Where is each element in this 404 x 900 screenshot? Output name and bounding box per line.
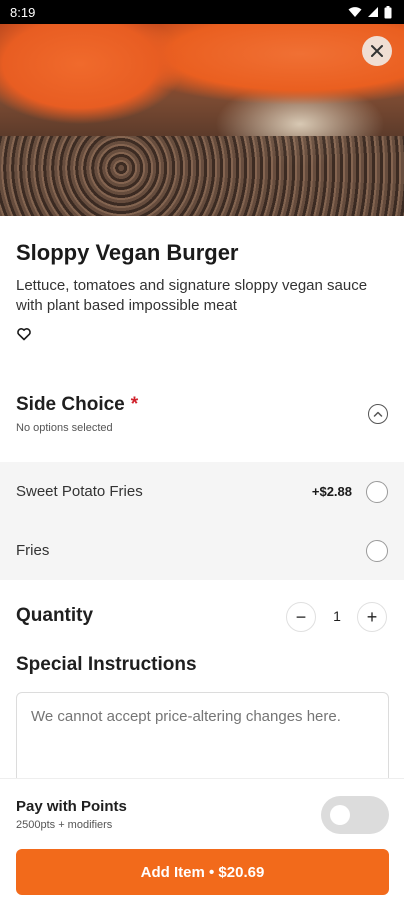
status-icons: [348, 5, 392, 19]
side-choice-subtext: No options selected: [16, 422, 113, 434]
special-instructions-label: Special Instructions: [16, 654, 197, 675]
item-photo: [0, 24, 404, 216]
checkout-footer: Pay with Points 2500pts + modifiers Add …: [0, 778, 404, 900]
quantity-label: Quantity: [16, 605, 94, 626]
collapse-button[interactable]: [368, 404, 388, 424]
wifi-icon: [348, 7, 362, 17]
option-radio[interactable]: [366, 480, 388, 503]
status-bar: 8:19: [0, 0, 404, 24]
status-time: 8:19: [10, 4, 36, 20]
battery-icon: [384, 5, 392, 18]
special-instructions-input[interactable]: [16, 692, 389, 792]
option-radio[interactable]: [366, 539, 388, 562]
item-description: Lettuce, tomatoes and signature sloppy v…: [16, 277, 368, 314]
option-price: +$2.88: [311, 484, 352, 499]
option-fries[interactable]: Fries: [0, 521, 404, 580]
option-label: Sweet Potato Fries: [16, 483, 143, 500]
quantity-value: 1: [333, 608, 341, 624]
option-label: Fries: [16, 542, 50, 559]
points-toggle[interactable]: [321, 796, 389, 834]
required-mark: *: [130, 394, 139, 415]
photo-texture: [0, 136, 404, 216]
points-subtext: 2500pts + modifiers: [16, 819, 113, 831]
points-label: Pay with Points: [16, 798, 127, 815]
chevron-up-icon: [373, 411, 383, 417]
option-sweet-potato-fries[interactable]: Sweet Potato Fries +$2.88: [0, 462, 404, 521]
item-title: Sloppy Vegan Burger: [16, 240, 239, 265]
decrement-button[interactable]: −: [286, 602, 316, 632]
side-choice-title: Side Choice: [16, 394, 125, 415]
side-choice-heading: Side Choice *: [16, 394, 138, 416]
signal-icon: [368, 7, 378, 17]
toggle-knob: [330, 805, 350, 825]
close-icon: [371, 45, 383, 57]
add-item-button[interactable]: Add Item • $20.69: [16, 849, 389, 895]
close-button[interactable]: [362, 36, 392, 66]
heart-icon[interactable]: [16, 326, 32, 342]
increment-button[interactable]: +: [357, 602, 387, 632]
side-options-list: Sweet Potato Fries +$2.88 Fries: [0, 462, 404, 580]
